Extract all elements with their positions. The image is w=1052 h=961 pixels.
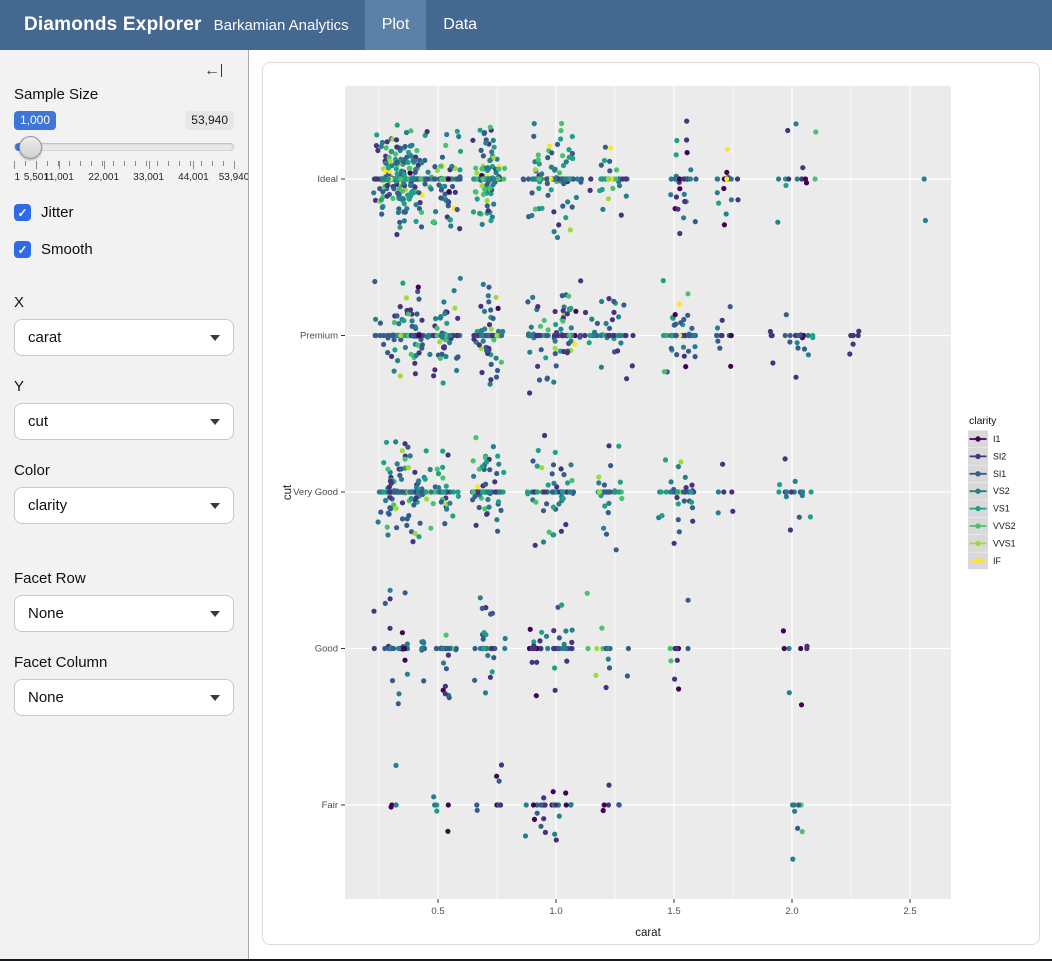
slider-grid: 15,50111,00122,00133,00144,00153,940 [14, 160, 234, 192]
svg-text:carat: carat [635, 927, 661, 939]
svg-text:SI1: SI1 [993, 469, 1006, 479]
slider-max-badge: 53,940 [185, 111, 234, 130]
x-select-label: X [14, 294, 234, 311]
facet-row-select[interactable]: None [14, 595, 234, 632]
slider-grid-label: 44,001 [178, 172, 209, 183]
sample-size-slider[interactable] [14, 133, 234, 160]
x-select-value: carat [28, 329, 61, 346]
svg-text:Ideal: Ideal [317, 174, 338, 185]
jitter-checkbox-row[interactable]: ✓ Jitter [14, 204, 234, 221]
app-subtitle: Barkamian Analytics [214, 17, 349, 34]
svg-text:VS1: VS1 [993, 504, 1010, 514]
sidebar: ← Sample Size 1,000 53,940 15,50111,0012… [0, 50, 249, 959]
diamonds-scatter-plot: 0.5 1.0 1.5 2.0 2.5 Ideal Premium Very Good Good… [263, 63, 1041, 946]
y-select-label: Y [14, 378, 234, 395]
svg-text:clarity: clarity [969, 415, 997, 427]
color-select-group: Color clarity [14, 462, 234, 524]
diamonds-explorer-app: Diamonds Explorer Barkamian Analytics Pl… [0, 0, 1052, 961]
svg-text:I1: I1 [993, 434, 1000, 444]
svg-text:1.5: 1.5 [667, 906, 680, 917]
slider-grid-label: 11,001 [44, 172, 74, 183]
svg-text:VS2: VS2 [993, 486, 1010, 496]
svg-text:2.5: 2.5 [903, 906, 916, 917]
navbar: Diamonds Explorer Barkamian Analytics Pl… [0, 0, 1052, 50]
x-select[interactable]: carat [14, 319, 234, 356]
tab-data[interactable]: Data [426, 0, 494, 50]
y-select-value: cut [28, 413, 48, 430]
smooth-checkbox-row[interactable]: ✓ Smooth [14, 241, 234, 258]
svg-text:Premium: Premium [300, 331, 338, 342]
svg-text:VVS1: VVS1 [993, 538, 1016, 548]
slider-grid-label: 1 [15, 172, 21, 183]
slider-value-badge: 1,000 [14, 111, 56, 130]
color-select[interactable]: clarity [14, 487, 234, 524]
sidebar-collapse-button[interactable]: ← [14, 62, 234, 86]
slider-grid-label: 53,940 [219, 172, 249, 183]
jitter-checkbox[interactable]: ✓ [14, 204, 31, 221]
facet-column-select-label: Facet Column [14, 654, 234, 671]
svg-text:Good: Good [315, 644, 338, 655]
color-select-label: Color [14, 462, 234, 479]
slider-grid-label: 22,001 [88, 172, 119, 183]
app-title: Diamonds Explorer [24, 14, 202, 36]
svg-text:0.5: 0.5 [431, 906, 444, 917]
facet-column-select-value: None [28, 689, 64, 706]
collapse-left-icon: ← [204, 62, 220, 79]
smooth-label: Smooth [41, 241, 93, 258]
svg-text:Very Good: Very Good [293, 487, 338, 498]
checkmark-icon: ✓ [17, 207, 27, 219]
nav-tabs: Plot Data [365, 0, 494, 50]
svg-text:2.0: 2.0 [785, 906, 798, 917]
chevron-down-icon [210, 695, 220, 701]
svg-text:1.0: 1.0 [549, 906, 562, 917]
x-select-group: X carat [14, 294, 234, 356]
color-select-value: clarity [28, 497, 67, 514]
svg-text:IF: IF [993, 556, 1001, 566]
svg-text:Fair: Fair [322, 800, 338, 811]
collapse-bar-icon [221, 64, 222, 77]
slider-track[interactable] [14, 143, 234, 151]
facet-column-select[interactable]: None [14, 679, 234, 716]
checkmark-icon: ✓ [17, 244, 27, 256]
plot-card: 0.5 1.0 1.5 2.0 2.5 Ideal Premium Very Good Good… [262, 62, 1040, 945]
y-select-group: Y cut [14, 378, 234, 440]
chevron-down-icon [210, 419, 220, 425]
facet-row-select-label: Facet Row [14, 570, 234, 587]
brand: Diamonds Explorer Barkamian Analytics [0, 0, 349, 50]
svg-text:cut: cut [282, 484, 294, 500]
slider-grid-label: 33,001 [133, 172, 164, 183]
facet-row-select-group: Facet Row None [14, 570, 234, 632]
chevron-down-icon [210, 335, 220, 341]
svg-text:SI2: SI2 [993, 451, 1006, 461]
facet-row-select-value: None [28, 605, 64, 622]
slider-badges: 1,000 53,940 [14, 111, 234, 130]
sample-size-label: Sample Size [14, 86, 234, 103]
chevron-down-icon [210, 611, 220, 617]
facet-column-select-group: Facet Column None [14, 654, 234, 716]
svg-text:VVS2: VVS2 [993, 521, 1016, 531]
slider-handle[interactable] [19, 136, 42, 159]
main-content: 0.5 1.0 1.5 2.0 2.5 Ideal Premium Very Good Good… [250, 50, 1052, 959]
tab-plot[interactable]: Plot [365, 0, 427, 50]
chevron-down-icon [210, 503, 220, 509]
y-select[interactable]: cut [14, 403, 234, 440]
jitter-label: Jitter [41, 204, 74, 221]
smooth-checkbox[interactable]: ✓ [14, 241, 31, 258]
